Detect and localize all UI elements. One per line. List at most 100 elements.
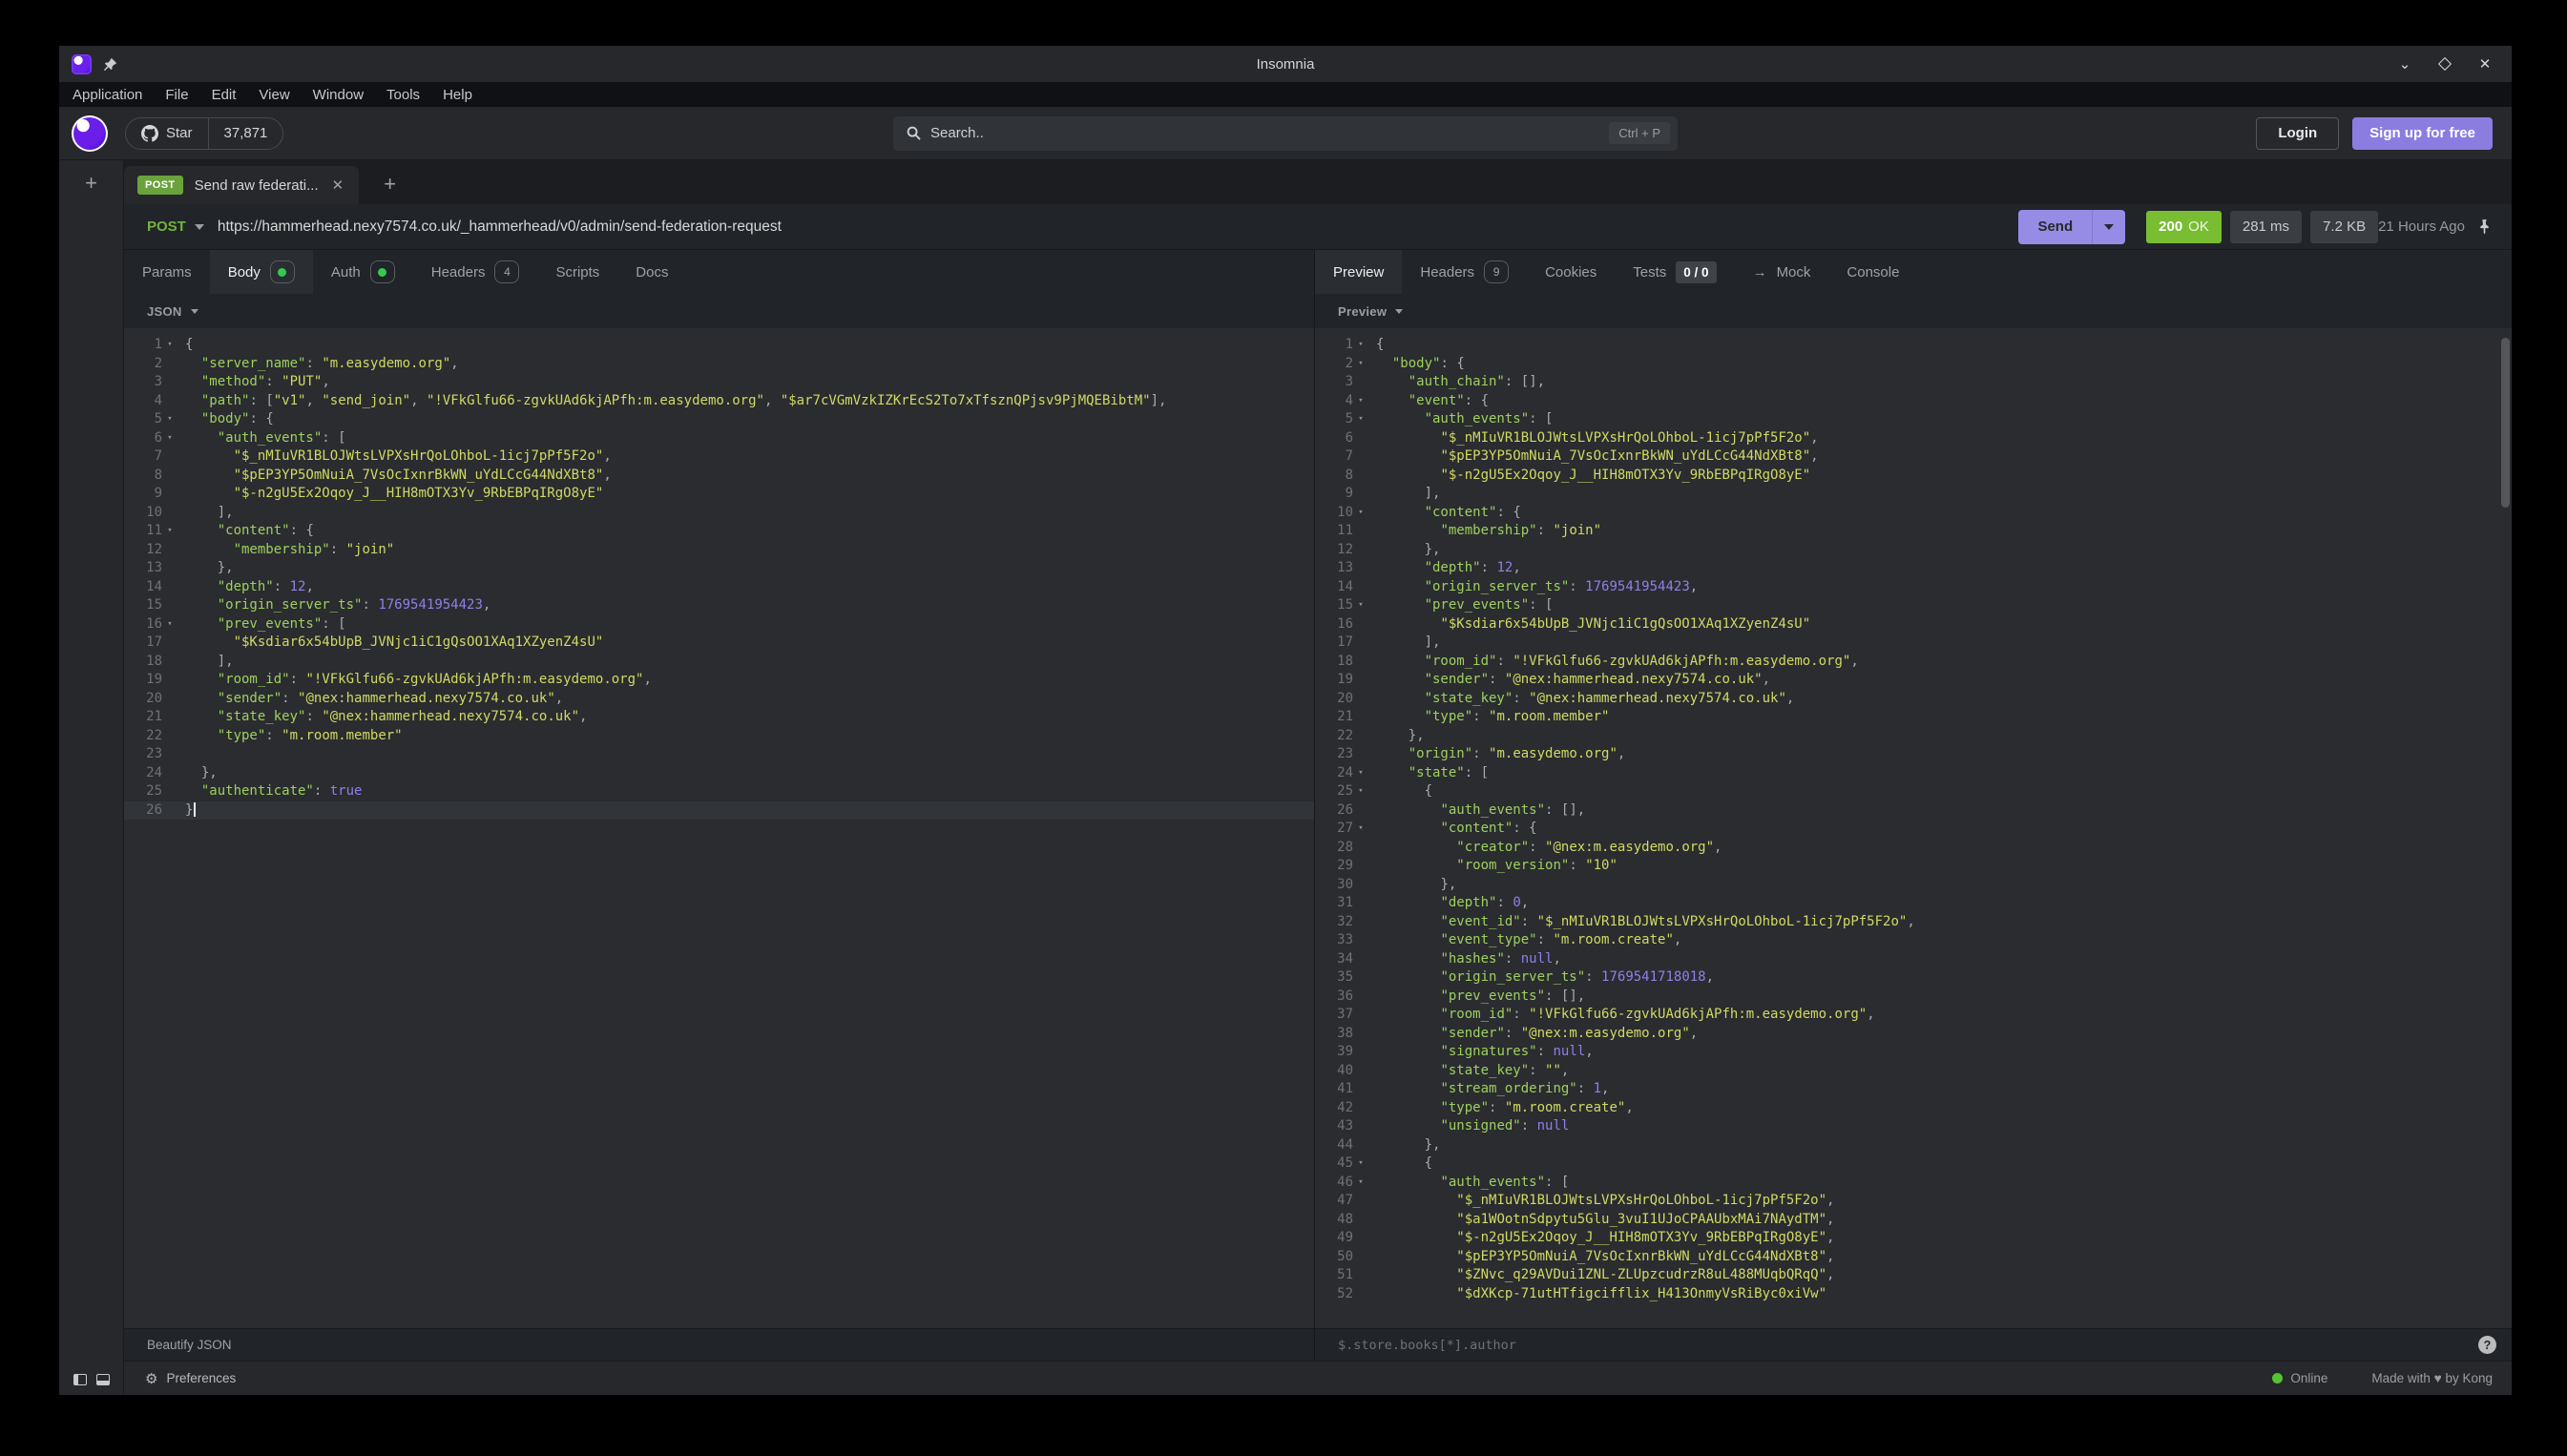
- line-number: 18: [1315, 653, 1353, 672]
- fold-arrow-icon[interactable]: ▾: [1353, 504, 1368, 523]
- line-number: 42: [1315, 1099, 1353, 1118]
- tab-close-icon[interactable]: ✕: [332, 177, 344, 194]
- document-tab[interactable]: POST Send raw federati... ✕: [124, 166, 359, 204]
- response-body-viewer[interactable]: 1▾{2▾ "body": {3 "auth_chain": [],4▾ "ev…: [1315, 328, 2512, 1328]
- line-number: 5: [1315, 410, 1353, 429]
- fold-arrow-icon[interactable]: ▾: [162, 410, 177, 429]
- body-type-selector[interactable]: JSON: [147, 304, 182, 319]
- method-caret-icon: [195, 224, 204, 230]
- tab-mock[interactable]: →Mock: [1735, 250, 1829, 294]
- tab-preview[interactable]: Preview: [1315, 250, 1402, 294]
- toggle-panel-icon[interactable]: [96, 1374, 110, 1385]
- new-request-button[interactable]: +: [85, 174, 97, 193]
- login-button[interactable]: Login: [2256, 117, 2339, 150]
- fold-arrow-icon[interactable]: ▾: [1353, 764, 1368, 783]
- menu-item-file[interactable]: File: [165, 87, 188, 103]
- send-options-button[interactable]: [2092, 210, 2125, 244]
- menu-item-edit[interactable]: Edit: [212, 87, 237, 103]
- response-filter-input[interactable]: $.store.books[*].author: [1338, 1338, 2478, 1353]
- fold-arrow-icon[interactable]: ▾: [162, 336, 177, 355]
- line-number: 21: [124, 708, 162, 727]
- send-button[interactable]: Send: [2018, 210, 2092, 244]
- insomnia-logo: [72, 115, 108, 152]
- code-line: 8 "$pEP3YP5OmNuiA_7VsOcIxnrBkWN_uYdLCcG4…: [124, 467, 1314, 486]
- line-number: 13: [124, 559, 162, 578]
- code-line: 5▾ "body": {: [124, 410, 1314, 429]
- maximize-icon[interactable]: [2437, 56, 2452, 72]
- tab-cookies[interactable]: Cookies: [1527, 250, 1615, 294]
- fold-arrow-icon[interactable]: ▾: [162, 522, 177, 541]
- tab-docs[interactable]: Docs: [617, 250, 686, 294]
- star-label: Star: [166, 125, 193, 141]
- menu-item-tools[interactable]: Tools: [386, 87, 420, 103]
- line-number: 6: [1315, 429, 1353, 448]
- line-number: 3: [124, 373, 162, 392]
- beautify-json-button[interactable]: Beautify JSON: [147, 1338, 232, 1352]
- fold-arrow-icon[interactable]: ▾: [162, 429, 177, 448]
- minimize-icon[interactable]: ⌄: [2397, 56, 2412, 72]
- tab-scripts[interactable]: Scripts: [537, 250, 617, 294]
- preview-mode-selector[interactable]: Preview: [1338, 304, 1387, 319]
- fold-arrow-icon[interactable]: ▾: [1353, 410, 1368, 429]
- fold-arrow-icon[interactable]: ▾: [1353, 355, 1368, 374]
- method-selector[interactable]: POST: [147, 218, 186, 235]
- line-number: 11: [124, 522, 162, 541]
- preferences-button[interactable]: Preferences: [166, 1371, 236, 1385]
- line-number: 34: [1315, 950, 1353, 969]
- fold-arrow-icon[interactable]: ▾: [1353, 820, 1368, 839]
- filter-help-icon[interactable]: ?: [2478, 1336, 2496, 1354]
- new-tab-button[interactable]: +: [384, 172, 396, 197]
- line-number: 25: [124, 782, 162, 801]
- code-line: 27▾ "content": {: [1315, 820, 2512, 839]
- status-bar: ⚙ Preferences Online Made with ♥ by Kong: [124, 1361, 2512, 1395]
- toggle-sidebar-icon[interactable]: [73, 1374, 87, 1385]
- search-input[interactable]: Search.. Ctrl + P: [893, 116, 1678, 151]
- response-scrollbar[interactable]: [2501, 338, 2510, 508]
- fold-arrow-icon[interactable]: ▾: [1353, 392, 1368, 411]
- github-icon: [141, 125, 158, 142]
- fold-arrow-icon[interactable]: ▾: [1353, 1174, 1368, 1193]
- online-dot-icon: [2272, 1373, 2283, 1383]
- preview-mode-caret-icon: [1395, 309, 1403, 314]
- line-number: 27: [1315, 820, 1353, 839]
- tab-auth[interactable]: Auth: [313, 250, 413, 294]
- fold-arrow-icon[interactable]: ▾: [1353, 336, 1368, 355]
- code-line: 10▾ "content": {: [1315, 504, 2512, 523]
- menu-item-application[interactable]: Application: [73, 87, 142, 103]
- fold-arrow-icon[interactable]: ▾: [1353, 1154, 1368, 1174]
- code-line: 32 "event_id": "$_nMIuVR1BLOJWtsLVPXsHrQ…: [1315, 913, 2512, 932]
- code-line: 24 },: [124, 764, 1314, 783]
- signup-button[interactable]: Sign up for free: [2352, 117, 2493, 150]
- code-line: 41 "stream_ordering": 1,: [1315, 1080, 2512, 1099]
- menu-item-view[interactable]: View: [259, 87, 289, 103]
- line-number: 1: [1315, 336, 1353, 355]
- tab-headers[interactable]: Headers4: [413, 250, 538, 294]
- github-star-widget[interactable]: Star 37,871: [125, 117, 283, 150]
- code-line: 21 "type": "m.room.member": [1315, 708, 2512, 727]
- code-line: 49 "$-n2gU5Ex2Oqoy_J__HIH8mOTX3Yv_9RbEBP…: [1315, 1229, 2512, 1248]
- code-line: 12 },: [1315, 541, 2512, 560]
- tab-tests[interactable]: Tests0 / 0: [1615, 250, 1734, 294]
- request-body-editor[interactable]: 1▾{2 "server_name": "m.easydemo.org",3 "…: [124, 328, 1314, 1328]
- url-bar: POST https://hammerhead.nexy7574.co.uk/_…: [124, 204, 2512, 250]
- tab-headers[interactable]: Headers9: [1402, 250, 1527, 294]
- tab-method-badge: POST: [137, 176, 183, 195]
- code-line: 24▾ "state": [: [1315, 764, 2512, 783]
- tab-params[interactable]: Params: [124, 250, 210, 294]
- line-number: 12: [1315, 541, 1353, 560]
- fold-arrow-icon[interactable]: ▾: [1353, 782, 1368, 801]
- menu-item-window[interactable]: Window: [313, 87, 364, 103]
- url-input[interactable]: https://hammerhead.nexy7574.co.uk/_hamme…: [218, 218, 2019, 236]
- tab-console[interactable]: Console: [1828, 250, 1917, 294]
- tab-body[interactable]: Body: [210, 250, 313, 294]
- history-pin-icon[interactable]: [2476, 218, 2493, 235]
- code-line: 37 "room_id": "!VFkGlfu66-zgvkUAd6kjAPfh…: [1315, 1006, 2512, 1025]
- code-line: 20 "state_key": "@nex:hammerhead.nexy757…: [1315, 690, 2512, 709]
- fold-arrow-icon[interactable]: ▾: [162, 615, 177, 634]
- line-number: 25: [1315, 782, 1353, 801]
- close-icon[interactable]: ✕: [2477, 56, 2493, 72]
- search-icon: [907, 126, 921, 140]
- fold-arrow-icon[interactable]: ▾: [1353, 596, 1368, 615]
- menu-item-help[interactable]: Help: [443, 87, 472, 103]
- code-line: 18 "room_id": "!VFkGlfu66-zgvkUAd6kjAPfh…: [1315, 653, 2512, 672]
